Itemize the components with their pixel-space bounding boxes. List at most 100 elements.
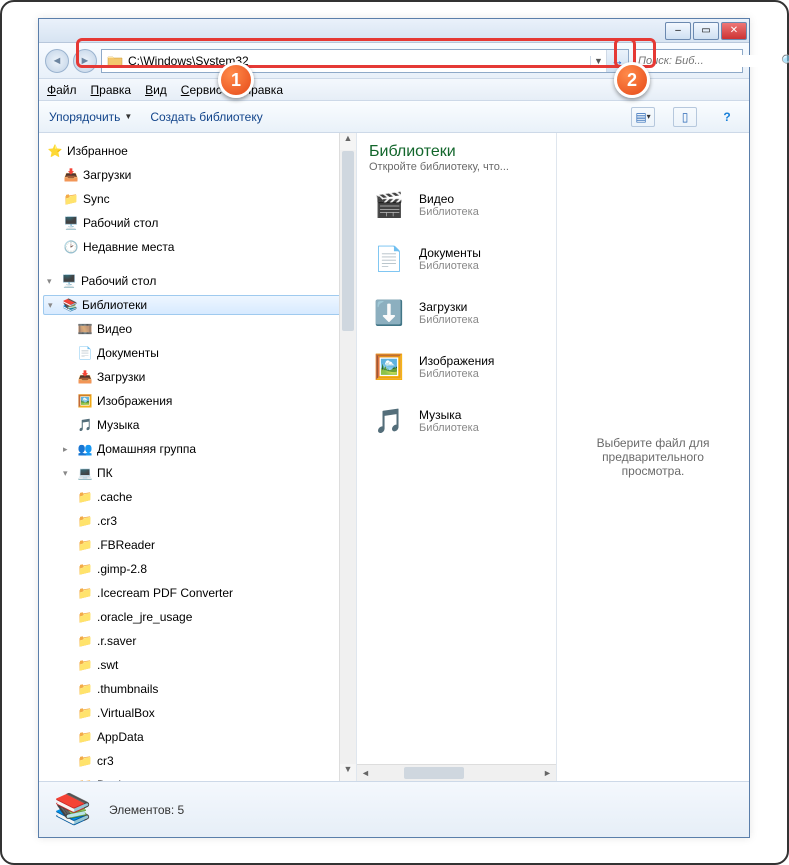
library-name: Музыка <box>419 408 479 422</box>
tree-item[interactable]: .cache <box>97 490 132 504</box>
tree-item[interactable]: Sync <box>83 192 110 206</box>
tree-item[interactable]: .oracle_jre_usage <box>97 610 192 624</box>
folder-icon: 📁 <box>77 609 93 625</box>
folder-icon: 📁 <box>77 681 93 697</box>
minimize-button[interactable]: – <box>665 22 691 40</box>
tree-item[interactable]: Документы <box>97 346 159 360</box>
recent-icon: 🕑 <box>63 239 79 255</box>
menu-tools[interactable]: Сервис <box>181 83 222 97</box>
downloads-icon: 📥 <box>63 167 79 183</box>
tree-desktop[interactable]: Рабочий стол <box>81 274 156 288</box>
img-icon: 🖼️ <box>369 347 409 387</box>
tree-item[interactable]: Загрузки <box>83 168 131 182</box>
maximize-button[interactable]: ▭ <box>693 22 719 40</box>
folder-icon <box>106 52 124 70</box>
organize-button[interactable]: Упорядочить ▼ <box>49 110 132 124</box>
menu-view[interactable]: Вид <box>145 83 167 97</box>
downloads-icon: 📥 <box>77 369 93 385</box>
tree-item[interactable]: .gimp-2.8 <box>97 562 147 576</box>
tree-item[interactable]: AppData <box>97 730 144 744</box>
preview-hint: Выберите файл для предварительного просм… <box>577 436 729 478</box>
navigation-tree[interactable]: ⭐ Избранное 📥 Загрузки 📁 Sync 🖥️ Рабочий сто… <box>39 133 357 781</box>
menu-file[interactable]: Файл <box>47 83 77 97</box>
callout-2: 2 <box>614 62 650 98</box>
create-library-button[interactable]: Создать библиотеку <box>150 110 262 124</box>
document-icon: 📄 <box>77 345 93 361</box>
tree-item[interactable]: .r.saver <box>97 634 136 648</box>
scroll-up-icon[interactable]: ▲ <box>340 133 356 150</box>
music-icon: 🎵 <box>369 401 409 441</box>
tree-item[interactable]: cr3 <box>97 754 114 768</box>
folder-icon: 📁 <box>77 489 93 505</box>
view-options-button[interactable]: ▤▾ <box>631 107 655 127</box>
scroll-thumb[interactable] <box>404 767 464 779</box>
tree-scrollbar[interactable]: ▲ ▼ <box>339 133 356 781</box>
tree-item[interactable]: .FBReader <box>97 538 155 552</box>
libraries-icon: 📚 <box>51 788 95 832</box>
tree-item[interactable]: .swt <box>97 658 118 672</box>
scroll-left-icon[interactable]: ◄ <box>357 768 374 778</box>
folder-icon: 📁 <box>77 561 93 577</box>
close-button[interactable]: ✕ <box>721 22 747 40</box>
chevron-down-icon: ▼ <box>124 112 132 121</box>
search-icon[interactable]: 🔍 <box>781 54 789 68</box>
scroll-right-icon[interactable]: ► <box>539 768 556 778</box>
menu-edit[interactable]: Правка <box>91 83 132 97</box>
address-bar[interactable]: ▼ → <box>101 49 629 73</box>
tree-homegroup[interactable]: Домашняя группа <box>97 442 196 456</box>
search-box[interactable]: 🔍 <box>633 49 743 73</box>
tree-item[interactable]: Изображения <box>97 394 172 408</box>
video-icon: 🎞️ <box>77 321 93 337</box>
tree-item[interactable]: .thumbnails <box>97 682 158 696</box>
library-item[interactable]: 🖼️ИзображенияБиблиотека <box>369 347 544 387</box>
expand-icon[interactable]: ▾ <box>63 468 73 479</box>
tree-libraries[interactable]: Библиотеки <box>82 298 147 312</box>
help-button[interactable]: ? <box>715 107 739 127</box>
explorer-window: – ▭ ✕ ◄ ► ▼ → 🔍 Файл Правка Вид Сервис С… <box>38 18 750 838</box>
scroll-thumb[interactable] <box>342 151 354 331</box>
folder-icon: 📁 <box>77 729 93 745</box>
tree-item[interactable]: .Icecream PDF Converter <box>97 586 233 600</box>
page-subtitle: Откройте библиотеку, что... <box>369 161 544 173</box>
star-icon: ⭐ <box>47 143 63 159</box>
expand-icon[interactable]: ▸ <box>63 444 73 455</box>
tree-item[interactable]: Рабочий стол <box>83 216 158 230</box>
expand-icon[interactable]: ▾ <box>48 300 58 311</box>
forward-button[interactable]: ► <box>73 49 97 73</box>
scroll-down-icon[interactable]: ▼ <box>340 764 356 781</box>
tree-item[interactable]: .VirtualBox <box>97 706 155 720</box>
folder-icon: 📁 <box>77 513 93 529</box>
list-h-scrollbar[interactable]: ◄ ► <box>357 764 556 781</box>
tree-item[interactable]: .cr3 <box>97 514 117 528</box>
tree-item[interactable]: Недавние места <box>83 240 174 254</box>
back-button[interactable]: ◄ <box>45 49 69 73</box>
content-area: Библиотеки Откройте библиотеку, что... 🎬… <box>357 133 749 781</box>
address-dropdown-icon[interactable]: ▼ <box>590 56 606 66</box>
libraries-icon: 📚 <box>62 297 78 313</box>
library-name: Изображения <box>419 354 494 368</box>
library-item[interactable]: 📄ДокументыБиблиотека <box>369 239 544 279</box>
folder-icon: 📁 <box>63 191 79 207</box>
address-input[interactable] <box>128 54 590 68</box>
library-item[interactable]: ⬇️ЗагрузкиБиблиотека <box>369 293 544 333</box>
folder-icon: 📁 <box>77 657 93 673</box>
homegroup-icon: 👥 <box>77 441 93 457</box>
tree-favorites[interactable]: Избранное <box>67 144 128 158</box>
expand-icon[interactable]: ▾ <box>47 276 57 287</box>
folder-icon: 📁 <box>77 537 93 553</box>
tree-pc[interactable]: ПК <box>97 466 113 480</box>
organize-label: Упорядочить <box>49 110 120 124</box>
desktop-icon: 🖥️ <box>63 215 79 231</box>
preview-pane-button[interactable]: ▯ <box>673 107 697 127</box>
doc-icon: 📄 <box>369 239 409 279</box>
library-item[interactable]: 🎵МузыкаБиблиотека <box>369 401 544 441</box>
library-type: Библиотека <box>419 314 479 326</box>
library-type: Библиотека <box>419 206 479 218</box>
tree-item[interactable]: Загрузки <box>97 370 145 384</box>
list-pane[interactable]: Библиотеки Откройте библиотеку, что... 🎬… <box>357 133 557 781</box>
search-input[interactable] <box>638 55 781 67</box>
library-name: Загрузки <box>419 300 479 314</box>
library-item[interactable]: 🎬ВидеоБиблиотека <box>369 185 544 225</box>
tree-item[interactable]: Видео <box>97 322 132 336</box>
tree-item[interactable]: Музыка <box>97 418 139 432</box>
